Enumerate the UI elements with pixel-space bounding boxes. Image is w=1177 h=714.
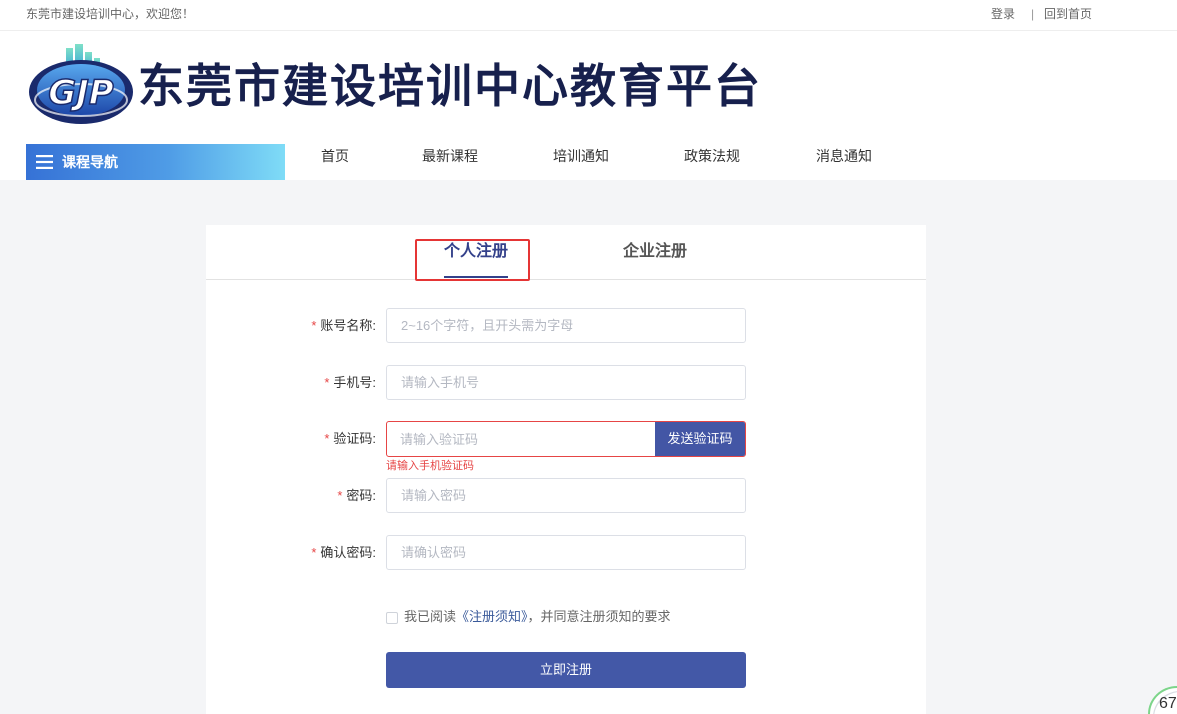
tab-enterprise-registration[interactable]: 企业注册 — [623, 240, 687, 264]
password-label-text: 密码: — [346, 488, 376, 503]
register-now-button[interactable]: 立即注册 — [386, 652, 746, 688]
nav-item-messages[interactable]: 消息通知 — [816, 144, 872, 168]
logo-graphic: GJP — [29, 44, 133, 124]
verification-code-input[interactable] — [387, 422, 655, 456]
nav-item-latest-courses[interactable]: 最新课程 — [422, 144, 478, 168]
registration-terms-link[interactable]: 《注册须知》 — [456, 609, 528, 624]
tab-highlight-box — [415, 239, 530, 281]
verification-code-label-text: 验证码: — [333, 431, 376, 446]
required-mark: * — [311, 545, 317, 560]
agreement-prefix: 我已阅读 — [404, 609, 457, 624]
course-navigation-button[interactable]: 课程导航 — [26, 144, 285, 180]
agreement-checkbox[interactable] — [386, 612, 398, 624]
tab-bar: 个人注册 企业注册 — [206, 225, 926, 281]
course-navigation-label: 课程导航 — [62, 154, 118, 170]
account-name-input[interactable] — [386, 308, 746, 343]
welcome-text: 东莞市建设培训中心，欢迎您！ — [26, 7, 195, 21]
password-label: * 密码: — [206, 478, 376, 513]
home-link[interactable]: 回到首页 — [1044, 0, 1092, 29]
floating-badge-number: 67 — [1159, 695, 1177, 712]
agreement-text: 我已阅读《注册须知》，并同意注册须知的要求 — [404, 607, 671, 627]
password-input[interactable] — [386, 478, 746, 513]
code-error-message: 请输入手机验证码 — [386, 460, 474, 472]
account-name-label: * 账号名称: — [206, 308, 376, 343]
login-link[interactable]: 登录 — [991, 0, 1015, 29]
verification-code-label: * 验证码: — [206, 421, 376, 456]
required-mark: * — [337, 488, 343, 503]
send-code-button[interactable]: 发送验证码 — [655, 422, 745, 456]
verification-code-group: 发送验证码 — [386, 421, 746, 457]
phone-label: * 手机号: — [206, 365, 376, 400]
required-mark: * — [324, 431, 330, 446]
account-name-label-text: 账号名称: — [320, 318, 376, 333]
menu-icon — [36, 155, 53, 169]
site-title: 东莞市建设培训中心教育平台 — [138, 60, 762, 112]
agreement-suffix: ，并同意注册须知的要求 — [527, 609, 671, 624]
confirm-password-input[interactable] — [386, 535, 746, 570]
required-mark: * — [311, 318, 317, 333]
required-mark: * — [324, 375, 330, 390]
top-bar: 东莞市建设培训中心，欢迎您！ 登录 | 回到首页 — [0, 0, 1177, 31]
confirm-password-label-text: 确认密码: — [320, 545, 376, 560]
phone-input[interactable] — [386, 365, 746, 400]
nav-item-policies[interactable]: 政策法规 — [684, 144, 740, 168]
nav-item-training-notices[interactable]: 培训通知 — [553, 144, 609, 168]
logo-lettering: GJP — [48, 73, 114, 113]
topbar-separator: | — [1031, 7, 1035, 21]
confirm-password-label: * 确认密码: — [206, 535, 376, 570]
site-logo[interactable]: GJP — [26, 42, 136, 128]
phone-label-text: 手机号: — [333, 375, 376, 390]
registration-card: 个人注册 企业注册 *账号名称: *手机号: *验证码: 发送验证码 请输入手机… — [206, 225, 926, 714]
nav-item-home[interactable]: 首页 — [321, 144, 349, 168]
